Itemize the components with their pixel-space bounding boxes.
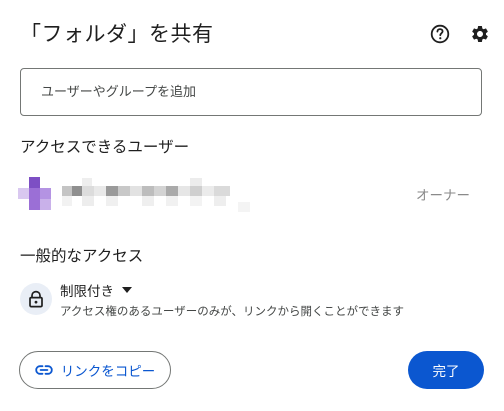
help-button[interactable] bbox=[428, 22, 452, 46]
lock-badge bbox=[20, 283, 52, 315]
redacted-user-info bbox=[62, 176, 262, 214]
owner-role-label: オーナー bbox=[416, 188, 470, 204]
done-button[interactable]: 完了 bbox=[408, 351, 484, 389]
copy-link-button[interactable]: リンクをコピー bbox=[19, 351, 171, 389]
dialog-title: 「フォルダ」を共有 bbox=[20, 22, 214, 46]
avatar bbox=[18, 177, 52, 211]
copy-link-label: リンクをコピー bbox=[60, 364, 156, 380]
general-access-dropdown[interactable]: 制限付き bbox=[60, 280, 132, 300]
settings-button[interactable] bbox=[468, 22, 492, 46]
lock-icon bbox=[29, 290, 43, 308]
general-access-description: アクセス権のあるユーザーのみが、リンクから開くことができます bbox=[60, 304, 404, 318]
general-access-value: 制限付き bbox=[60, 284, 114, 300]
add-people-input[interactable] bbox=[20, 68, 482, 116]
help-icon bbox=[430, 24, 450, 44]
caret-down-icon bbox=[122, 287, 132, 293]
people-with-access-heading: アクセスできるユーザー bbox=[20, 138, 190, 156]
general-access-heading: 一般的なアクセス bbox=[20, 247, 144, 265]
link-icon bbox=[35, 365, 53, 375]
gear-icon bbox=[472, 25, 488, 42]
